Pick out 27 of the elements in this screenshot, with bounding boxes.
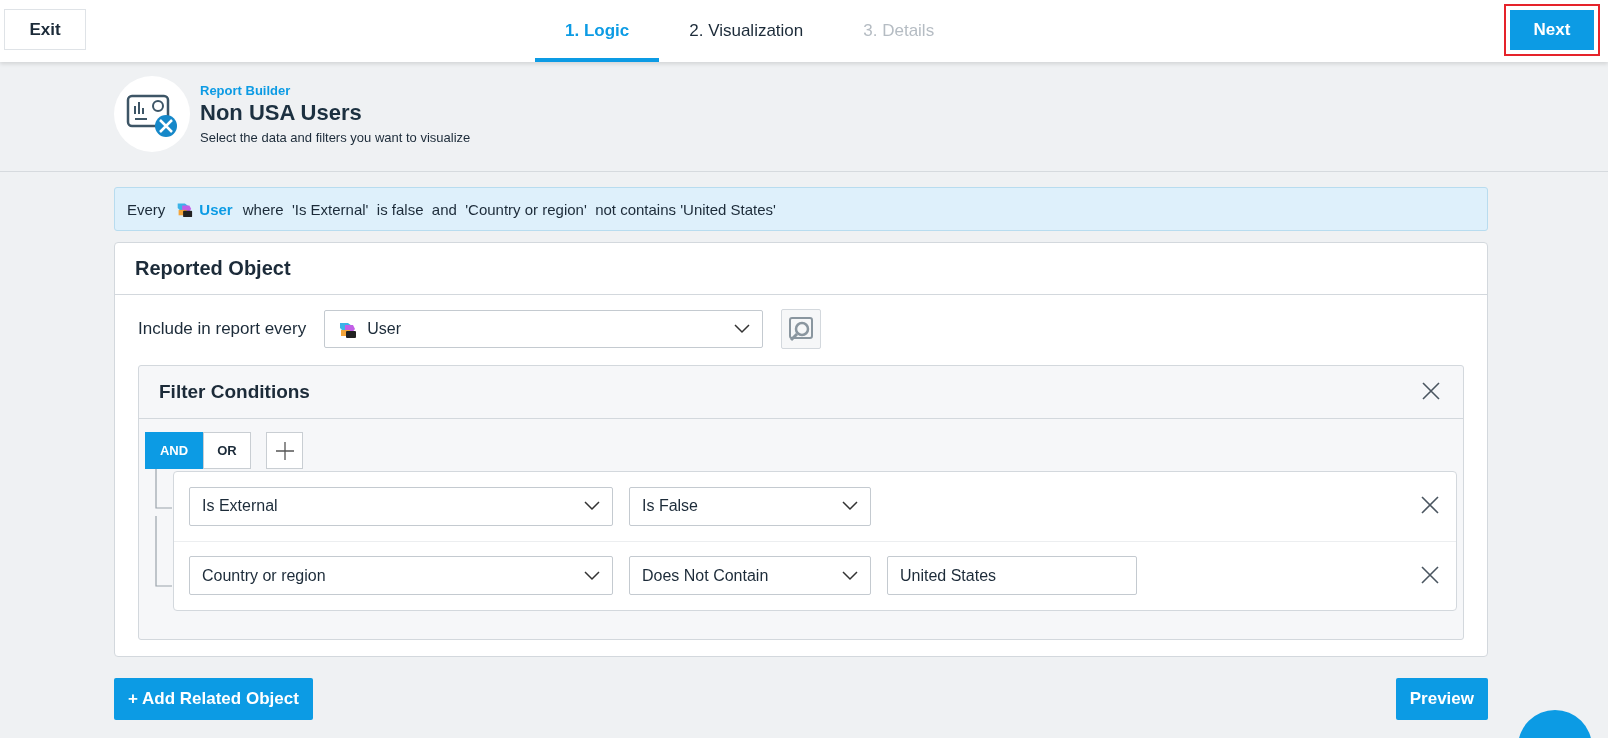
report-title: Non USA Users <box>200 99 363 126</box>
operator-dropdown[interactable]: Does Not Contain <box>629 556 871 596</box>
chevron-down-icon <box>584 501 600 512</box>
filter-title: Filter Conditions <box>159 381 310 403</box>
summary-text: Every <box>127 200 166 218</box>
chevron-down-icon <box>842 501 858 512</box>
card-title: Reported Object <box>115 243 1487 295</box>
field-dropdown[interactable]: Country or region <box>189 556 613 596</box>
report-builder-icon <box>114 75 190 152</box>
step-tab[interactable]: 2. Visualization <box>659 0 834 62</box>
operator-dropdown[interactable]: Is False <box>629 486 871 526</box>
object-dropdown[interactable]: User <box>324 310 764 348</box>
chevron-down-icon <box>734 324 751 334</box>
value-input[interactable]: United States <box>887 556 1137 596</box>
eyebrow-label: Report Builder <box>200 82 292 98</box>
plus-icon <box>274 440 295 461</box>
add-condition-button[interactable] <box>266 432 303 469</box>
chevron-down-icon <box>842 570 858 581</box>
search-icon <box>787 315 816 343</box>
search-button[interactable] <box>781 309 822 349</box>
report-subtitle: Select the data and filters you want to visualize <box>200 129 471 145</box>
chevron-down-icon <box>584 570 600 581</box>
include-label: Include in report every <box>138 319 307 339</box>
exit-button[interactable]: Exit <box>4 9 86 50</box>
field-dropdown[interactable]: Is External <box>189 486 613 526</box>
operator-toggle[interactable]: OR <box>203 432 251 469</box>
summary-text: where 'Is External' is false and 'Country or region' not contains 'United States' <box>242 200 776 218</box>
